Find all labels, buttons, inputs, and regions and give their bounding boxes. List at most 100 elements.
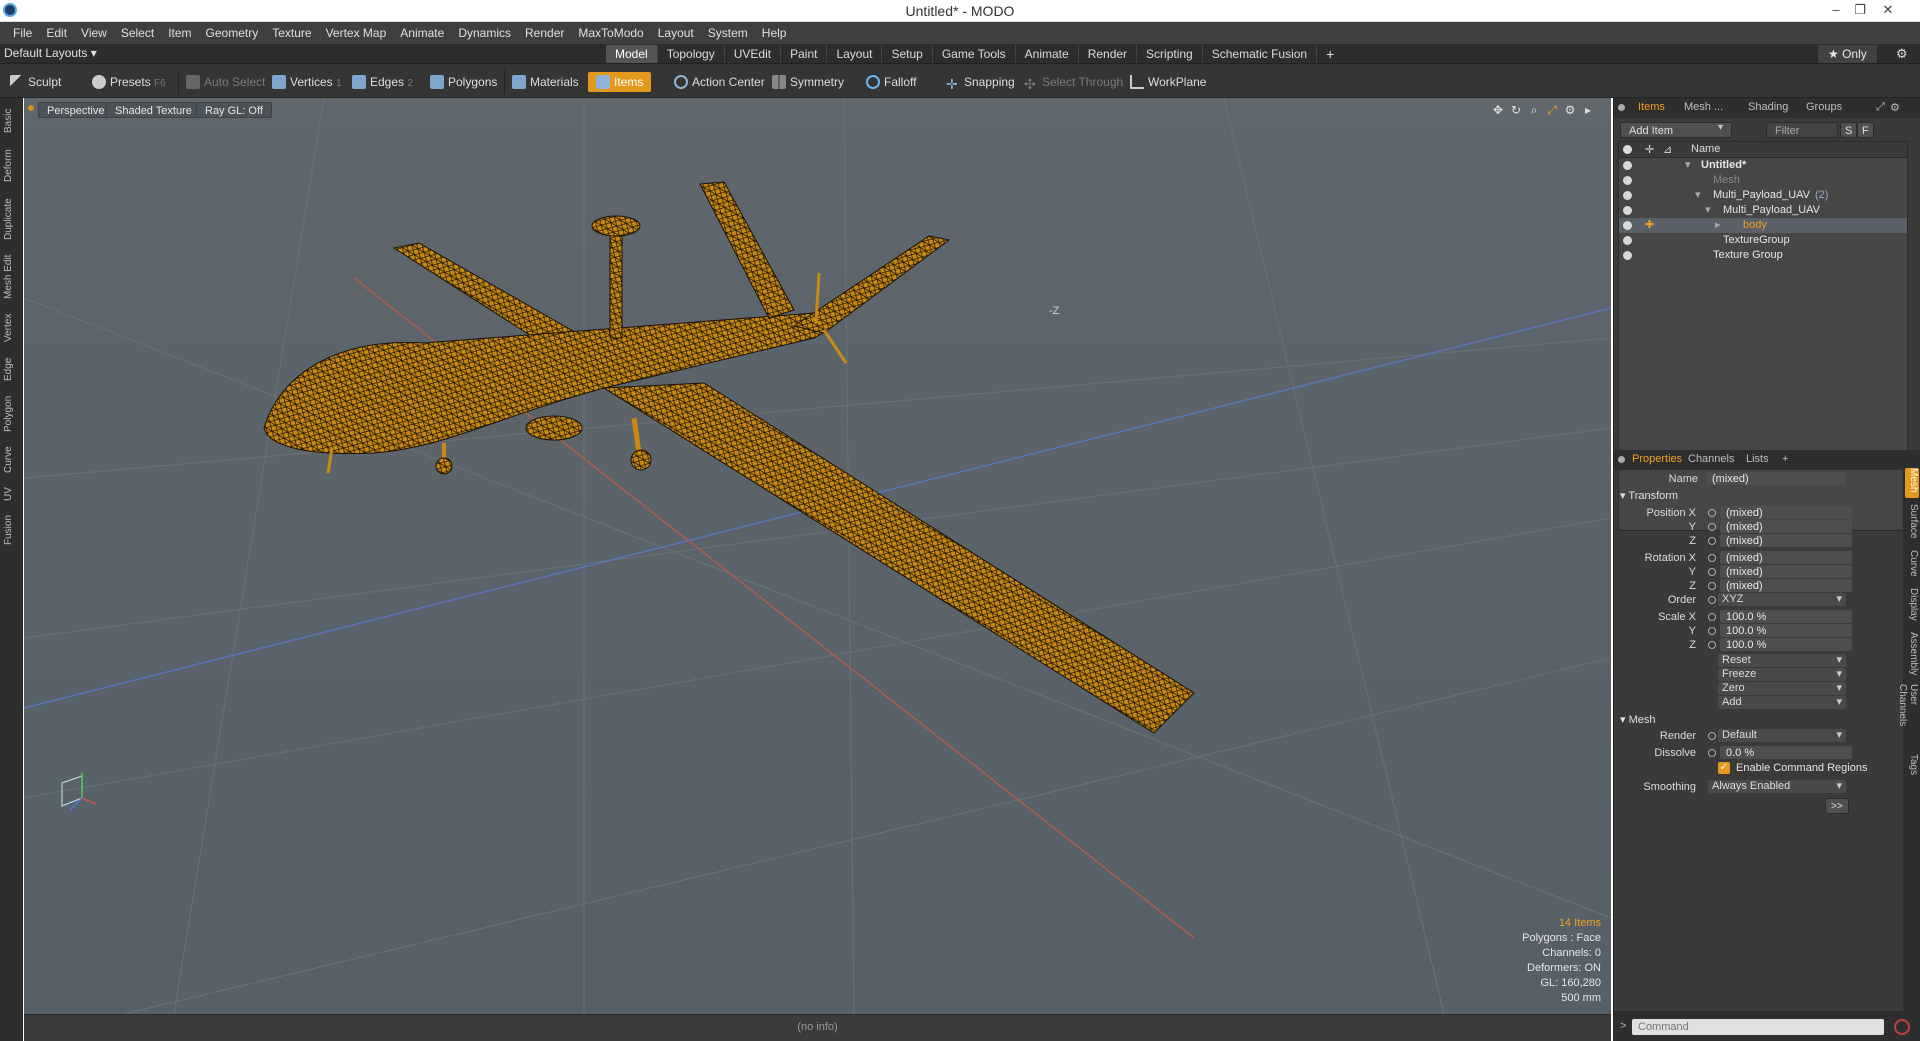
perspective-button[interactable]: Perspective (38, 102, 114, 118)
action-center-button[interactable]: Action Center (674, 72, 765, 92)
filter-items-input[interactable]: Filter Items (1766, 122, 1838, 153)
workplane-button[interactable]: WorkPlane (1130, 72, 1206, 92)
left-tab-mesh-edit[interactable]: Mesh Edit (3, 252, 19, 302)
enable-command-regions-checkbox[interactable]: ✓ (1718, 762, 1730, 774)
close-icon[interactable]: ✕ (1876, 1, 1900, 19)
tab-paint[interactable]: Paint (781, 45, 828, 63)
default-layouts-dropdown[interactable]: Default Layouts ▾ (4, 46, 97, 60)
add-properties-tab-icon[interactable]: + (1782, 453, 1788, 465)
list-item[interactable]: TextureGroup (1619, 233, 1907, 248)
menu-file[interactable]: File (6, 26, 39, 40)
viewport-menu-arrow-icon[interactable]: ▸ (1581, 103, 1595, 117)
menu-animate[interactable]: Animate (393, 26, 451, 40)
list-item[interactable]: ▾ Untitled* (1619, 158, 1907, 173)
menu-texture[interactable]: Texture (265, 26, 318, 40)
list-item[interactable]: Mesh (1619, 173, 1907, 188)
tab-groups[interactable]: Groups (1806, 101, 1842, 113)
left-tab-polygon[interactable]: Polygon (3, 392, 19, 436)
tab-setup[interactable]: Setup (882, 45, 933, 63)
tab-scripting[interactable]: Scripting (1137, 45, 1203, 63)
items-button[interactable]: Items (588, 72, 652, 92)
3d-viewport[interactable]: -Z Perspective Shaded Texture Ray GL: Of… (24, 98, 1611, 1014)
position-z-field[interactable]: (mixed) (1720, 534, 1852, 547)
gear-icon[interactable]: ⚙ (1896, 46, 1908, 62)
zoom-icon[interactable]: ⌕ (1527, 103, 1541, 117)
reset-dropdown[interactable]: Reset (1718, 654, 1846, 667)
tab-layout[interactable]: Layout (827, 45, 883, 63)
more-options-button[interactable]: >> (1825, 798, 1849, 814)
side-tab-assembly[interactable]: Assembly (1905, 632, 1919, 678)
menu-render[interactable]: Render (518, 26, 571, 40)
command-input[interactable]: Command (1632, 1019, 1884, 1035)
viewport-gear-icon[interactable]: ⚙ (1563, 103, 1577, 117)
left-tab-basic[interactable]: Basic (3, 104, 19, 138)
tab-uvedit[interactable]: UVEdit (725, 45, 782, 63)
side-tab-surface[interactable]: Surface (1905, 504, 1919, 544)
menu-geometry[interactable]: Geometry (199, 26, 266, 40)
symmetry-button[interactable]: Symmetry (772, 72, 844, 92)
record-icon[interactable] (1894, 1019, 1910, 1035)
add-dropdown[interactable]: Add (1718, 696, 1846, 709)
eye-icon[interactable] (1623, 206, 1632, 215)
transform-section[interactable]: ▾ Transform (1620, 489, 1678, 502)
add-item-dropdown-icon[interactable]: ▾ (1718, 122, 1723, 133)
restore-icon[interactable]: ❐ (1848, 1, 1872, 19)
side-tab-mesh[interactable]: Mesh (1905, 468, 1919, 498)
tab-shading[interactable]: Shading (1748, 101, 1788, 113)
eye-icon[interactable] (1623, 176, 1632, 185)
order-dropdown[interactable]: XYZ (1718, 593, 1846, 606)
select-through-button[interactable]: ✣ Select Through (1024, 72, 1123, 92)
panel-gear-icon[interactable]: ⚙ (1890, 101, 1900, 114)
tab-items[interactable]: Items (1638, 101, 1665, 113)
scale-z-field[interactable]: 100.0 % (1720, 638, 1852, 651)
zero-dropdown[interactable]: Zero (1718, 682, 1846, 695)
menu-vertex-map[interactable]: Vertex Map (319, 26, 394, 40)
vertices-button[interactable]: Vertices 1 (272, 72, 342, 92)
minimize-icon[interactable]: – (1824, 1, 1848, 19)
tab-render[interactable]: Render (1079, 45, 1138, 63)
scale-y-field[interactable]: 100.0 % (1720, 624, 1852, 637)
list-item[interactable]: ✚ ▸ body (1619, 218, 1907, 233)
left-tab-deform[interactable]: Deform (3, 146, 19, 186)
left-tab-fusion[interactable]: Fusion (3, 512, 19, 548)
auto-select-button[interactable]: Auto Select (186, 72, 265, 92)
menu-layout[interactable]: Layout (651, 26, 701, 40)
left-tab-duplicate[interactable]: Duplicate (3, 194, 19, 244)
tab-schematic-fusion[interactable]: Schematic Fusion (1203, 45, 1318, 63)
smoothing-dropdown[interactable]: Always Enabled (1708, 780, 1846, 793)
menu-maxtomodo[interactable]: MaxToModo (571, 26, 650, 40)
pan-icon[interactable]: ✥ (1491, 103, 1505, 117)
position-y-field[interactable]: (mixed) (1720, 520, 1852, 533)
materials-button[interactable]: Materials (512, 72, 579, 92)
eye-icon[interactable] (1623, 221, 1632, 230)
list-item[interactable]: Texture Group (1619, 248, 1907, 263)
freeze-dropdown[interactable]: Freeze (1718, 668, 1846, 681)
rotation-y-field[interactable]: (mixed) (1720, 565, 1852, 578)
presets-button[interactable]: Presets F6 (92, 72, 166, 92)
snapping-button[interactable]: ✛ Snapping (946, 72, 1015, 92)
dissolve-field[interactable]: 0.0 % (1720, 746, 1852, 759)
side-tab-curve[interactable]: Curve (1905, 550, 1919, 582)
f-filter-button[interactable]: F (1857, 122, 1874, 138)
eye-icon[interactable] (1623, 236, 1632, 245)
add-item-button[interactable]: Add Item (1620, 122, 1732, 138)
polygons-button[interactable]: Polygons (430, 72, 497, 92)
panel-dot-icon[interactable] (1618, 456, 1625, 463)
uav-model[interactable] (263, 181, 1195, 734)
side-tab-display[interactable]: Display (1905, 588, 1919, 626)
shading-mode-button[interactable]: Shaded Texture (106, 102, 201, 118)
s-filter-button[interactable]: S (1840, 122, 1858, 138)
menu-select[interactable]: Select (114, 26, 161, 40)
panel-expand-icon[interactable]: ⤢ (1876, 101, 1885, 114)
tab-channels[interactable]: Channels (1688, 453, 1734, 465)
raygl-button[interactable]: Ray GL: Off (196, 102, 272, 118)
left-tab-edge[interactable]: Edge (3, 354, 19, 384)
position-x-field[interactable]: (mixed) (1720, 506, 1852, 519)
tab-mesh-ops[interactable]: Mesh ... (1684, 101, 1723, 113)
sculpt-button[interactable]: Sculpt (10, 72, 61, 92)
rotate-icon[interactable]: ↻ (1509, 103, 1523, 117)
tab-model[interactable]: Model (606, 45, 658, 63)
left-tab-curve[interactable]: Curve (3, 444, 19, 476)
tab-animate[interactable]: Animate (1016, 45, 1079, 63)
eye-icon[interactable] (1623, 161, 1632, 170)
